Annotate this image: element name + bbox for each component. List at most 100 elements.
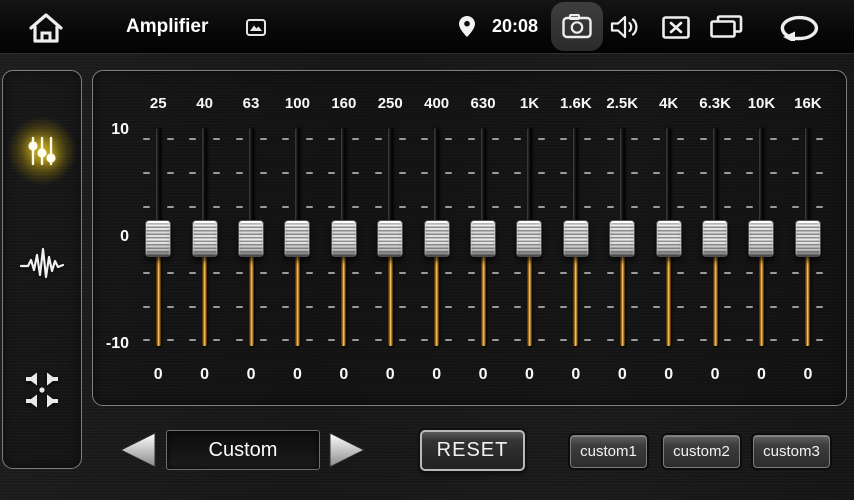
- slider-tick: [816, 138, 823, 140]
- slider-tick: [514, 339, 521, 341]
- slider-tick: [468, 339, 475, 341]
- band-slider[interactable]: [506, 128, 552, 348]
- volume-icon[interactable]: [610, 15, 640, 39]
- slider-tick: [631, 339, 638, 341]
- band-slider[interactable]: [367, 128, 413, 348]
- eq-band: 63 0: [228, 71, 274, 405]
- custom3-label: custom3: [763, 443, 820, 460]
- slider-thumb[interactable]: [470, 220, 496, 257]
- slider-tick: [399, 272, 406, 274]
- slider-tick: [492, 206, 499, 208]
- slider-tick: [492, 272, 499, 274]
- home-icon[interactable]: [27, 10, 65, 44]
- sidebar-item-sound-effect[interactable]: [3, 245, 81, 281]
- reset-button[interactable]: RESET: [420, 430, 525, 471]
- camera-icon: [562, 14, 592, 39]
- slider-tick: [236, 138, 243, 140]
- band-slider[interactable]: [785, 128, 831, 348]
- preset-prev-button[interactable]: [119, 432, 156, 468]
- camera-button[interactable]: [551, 2, 603, 51]
- slider-tick: [538, 138, 545, 140]
- band-slider[interactable]: [181, 128, 227, 348]
- slider-tick: [445, 206, 452, 208]
- preset-next-button[interactable]: [329, 432, 366, 468]
- eq-band: 6.3K 0: [692, 71, 738, 405]
- slider-tick: [189, 172, 196, 174]
- slider-thumb[interactable]: [563, 220, 589, 257]
- slider-tick: [724, 339, 731, 341]
- slider-thumb[interactable]: [656, 220, 682, 257]
- band-slider[interactable]: [599, 128, 645, 348]
- slider-thumb[interactable]: [702, 220, 728, 257]
- preset-selector[interactable]: Custom: [166, 430, 320, 470]
- band-slider[interactable]: [228, 128, 274, 348]
- slider-thumb[interactable]: [377, 220, 403, 257]
- recent-apps-icon[interactable]: [710, 15, 743, 38]
- slider-thumb[interactable]: [145, 220, 171, 257]
- slider-tick: [816, 306, 823, 308]
- band-slider[interactable]: [274, 128, 320, 348]
- slider-tick: [677, 206, 684, 208]
- slider-thumb[interactable]: [795, 220, 821, 257]
- slider-thumb[interactable]: [331, 220, 357, 257]
- back-icon[interactable]: [780, 13, 826, 41]
- band-slider[interactable]: [135, 128, 181, 348]
- slider-tick: [468, 172, 475, 174]
- band-frequency-label: 100: [274, 95, 320, 112]
- slider-tick: [816, 272, 823, 274]
- band-slider[interactable]: [460, 128, 506, 348]
- band-slider[interactable]: [645, 128, 691, 348]
- slider-tick: [399, 306, 406, 308]
- scale-max: 10: [95, 121, 129, 139]
- slider-tick: [306, 306, 313, 308]
- eq-bands: 25 0 40 0 63 0: [135, 71, 831, 405]
- band-slider[interactable]: [692, 128, 738, 348]
- band-slider[interactable]: [413, 128, 459, 348]
- location-pin-icon[interactable]: [459, 16, 475, 37]
- band-slider[interactable]: [738, 128, 784, 348]
- slider-tick: [653, 272, 660, 274]
- slider-tick: [770, 206, 777, 208]
- slider-tick: [468, 306, 475, 308]
- slider-tick: [167, 306, 174, 308]
- slider-tick: [653, 206, 660, 208]
- slider-tick: [724, 272, 731, 274]
- slider-tick: [213, 138, 220, 140]
- slider-tick: [143, 172, 150, 174]
- slider-tick: [213, 339, 220, 341]
- image-icon[interactable]: [246, 19, 266, 36]
- custom3-button[interactable]: custom3: [753, 435, 830, 468]
- custom1-button[interactable]: custom1: [570, 435, 647, 468]
- slider-thumb[interactable]: [748, 220, 774, 257]
- slider-tick: [607, 339, 614, 341]
- slider-tick: [375, 306, 382, 308]
- slider-tick: [306, 206, 313, 208]
- slider-thumb[interactable]: [192, 220, 218, 257]
- band-frequency-label: 1K: [506, 95, 552, 112]
- slider-tick: [375, 272, 382, 274]
- slider-thumb[interactable]: [609, 220, 635, 257]
- sidebar-item-balance-fader[interactable]: [3, 371, 81, 409]
- speaker-balance-icon: [22, 371, 62, 409]
- sidebar-item-equalizer[interactable]: [3, 134, 81, 168]
- band-frequency-label: 1.6K: [553, 95, 599, 112]
- slider-tick: [816, 339, 823, 341]
- custom2-button[interactable]: custom2: [663, 435, 740, 468]
- slider-thumb[interactable]: [238, 220, 264, 257]
- slider-thumb[interactable]: [516, 220, 542, 257]
- slider-tick: [792, 272, 799, 274]
- slider-tick: [352, 339, 359, 341]
- slider-tick: [746, 272, 753, 274]
- band-value-label: 0: [321, 366, 367, 384]
- band-slider[interactable]: [553, 128, 599, 348]
- slider-thumb[interactable]: [284, 220, 310, 257]
- slider-tick: [352, 138, 359, 140]
- close-window-icon[interactable]: [662, 16, 690, 39]
- eq-band: 100 0: [274, 71, 320, 405]
- eq-sliders-icon: [24, 134, 60, 168]
- slider-tick: [584, 272, 591, 274]
- band-slider[interactable]: [321, 128, 367, 348]
- slider-thumb[interactable]: [424, 220, 450, 257]
- slider-tick: [468, 272, 475, 274]
- slider-tick: [560, 172, 567, 174]
